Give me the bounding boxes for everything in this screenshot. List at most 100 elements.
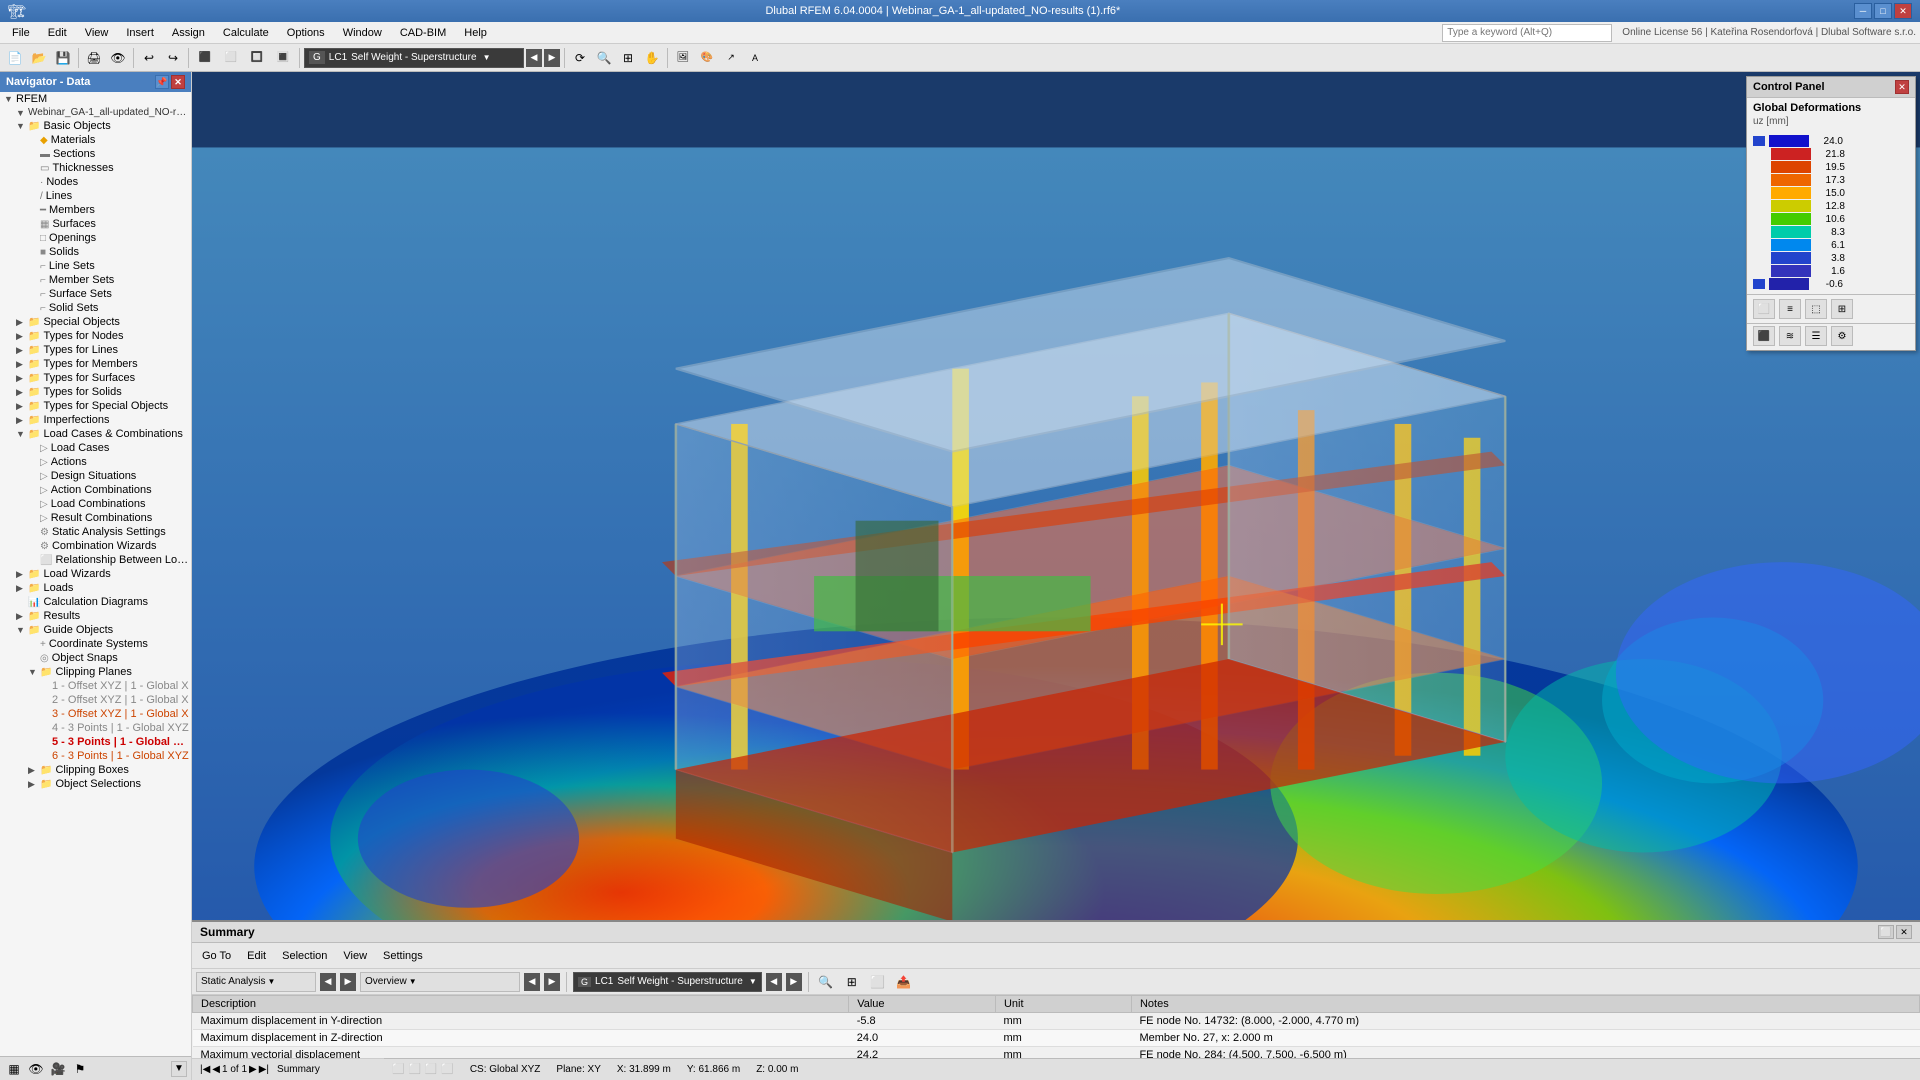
nav-item-design-situations[interactable]: ▷ Design Situations bbox=[0, 469, 191, 483]
nav-item-surface-sets[interactable]: ⌐ Surface Sets bbox=[0, 287, 191, 301]
save-button[interactable]: 💾 bbox=[52, 47, 74, 69]
bp-export-icon[interactable]: 📤 bbox=[893, 971, 915, 993]
nav-item-members[interactable]: ━ Members bbox=[0, 203, 191, 217]
control-panel-close-button[interactable]: ✕ bbox=[1895, 80, 1909, 94]
nav-item-clip1[interactable]: 1 - Offset XYZ | 1 - Global X bbox=[0, 679, 191, 693]
zoom-button[interactable]: 🔍 bbox=[593, 47, 615, 69]
pan-button[interactable]: ✋ bbox=[641, 47, 663, 69]
cp-icon-list[interactable]: ≡ bbox=[1779, 299, 1801, 319]
bp-lc2-next-button[interactable]: ▶ bbox=[786, 973, 802, 991]
render-button[interactable]: 🖼 bbox=[672, 47, 694, 69]
bp-expand-button[interactable]: ⬜ bbox=[1878, 925, 1894, 939]
cp-icon-1[interactable]: ⬛ bbox=[1753, 326, 1775, 346]
nav-item-surfaces[interactable]: ▦ Surfaces bbox=[0, 217, 191, 231]
view-3d-button[interactable]: ⬛ bbox=[193, 47, 217, 69]
nav-item-line-sets[interactable]: ⌐ Line Sets bbox=[0, 259, 191, 273]
menu-window[interactable]: Window bbox=[335, 25, 390, 41]
bp-overview-selector[interactable]: Overview ▼ bbox=[360, 972, 520, 992]
bp-settings[interactable]: Settings bbox=[377, 949, 429, 963]
table-row[interactable]: Maximum displacement in Z-direction24.0m… bbox=[193, 1030, 1920, 1047]
view-side-button[interactable]: 🔳 bbox=[271, 47, 295, 69]
nav-item-object-selections[interactable]: ▶ 📁 Object Selections bbox=[0, 777, 191, 791]
nav-item-types-for-nodes[interactable]: ▶ 📁 Types for Nodes bbox=[0, 329, 191, 343]
print-preview-button[interactable]: 👁 bbox=[107, 47, 129, 69]
cp-icon-3[interactable]: ☰ bbox=[1805, 326, 1827, 346]
menu-view[interactable]: View bbox=[77, 25, 117, 41]
lc-next-button[interactable]: ▶ bbox=[544, 49, 560, 67]
minimize-button[interactable]: ─ bbox=[1854, 3, 1872, 19]
cp-icon-settings[interactable]: ⊞ bbox=[1831, 299, 1853, 319]
nav-item-calculation-diagrams[interactable]: 📊 Calculation Diagrams bbox=[0, 595, 191, 609]
nav-item-nodes[interactable]: · Nodes bbox=[0, 175, 191, 189]
nav-item-load-combinations[interactable]: ▷ Load Combinations bbox=[0, 497, 191, 511]
maximize-button[interactable]: □ bbox=[1874, 3, 1892, 19]
nav-item-clip2[interactable]: 2 - Offset XYZ | 1 - Global X bbox=[0, 693, 191, 707]
lc-selector[interactable]: G LC1 Self Weight - Superstructure ▼ bbox=[304, 48, 524, 68]
nav-item-clip5[interactable]: 5 - 3 Points | 1 - Global XYZ bbox=[0, 735, 191, 749]
nav-item-special-objects[interactable]: ▶ 📁 Special Objects bbox=[0, 315, 191, 329]
status-icon-2[interactable]: ⬜ bbox=[408, 1064, 420, 1075]
undo-button[interactable]: ↩ bbox=[138, 47, 160, 69]
bp-close-button[interactable]: ✕ bbox=[1896, 925, 1912, 939]
menu-insert[interactable]: Insert bbox=[118, 25, 162, 41]
page-prev-button[interactable]: ◀ bbox=[212, 1064, 220, 1075]
bp-edit[interactable]: Edit bbox=[241, 949, 272, 963]
search-input[interactable] bbox=[1442, 24, 1612, 42]
page-last-button[interactable]: ▶| bbox=[259, 1064, 269, 1075]
nav-btn-table[interactable]: ▦ bbox=[4, 1060, 24, 1078]
nav-item-results[interactable]: ▶ 📁 Results bbox=[0, 609, 191, 623]
status-icon-4[interactable]: ⬜ bbox=[441, 1064, 453, 1075]
nav-item-types-for-surfaces[interactable]: ▶ 📁 Types for Surfaces bbox=[0, 371, 191, 385]
nav-btn-eye[interactable]: 👁 bbox=[26, 1060, 46, 1078]
nav-item-load-wizards[interactable]: ▶ 📁 Load Wizards bbox=[0, 567, 191, 581]
nav-item-loads[interactable]: ▶ 📁 Loads bbox=[0, 581, 191, 595]
bp-lc2-prev-button[interactable]: ◀ bbox=[766, 973, 782, 991]
bp-lc-selector[interactable]: G LC1 Self Weight - Superstructure ▼ bbox=[573, 972, 762, 992]
zoom-fit-button[interactable]: ⊞ bbox=[617, 47, 639, 69]
redo-button[interactable]: ↪ bbox=[162, 47, 184, 69]
nav-btn-camera[interactable]: 🎥 bbox=[48, 1060, 68, 1078]
nav-item-static-analysis-settings[interactable]: ⚙ Static Analysis Settings bbox=[0, 525, 191, 539]
lc-prev-button[interactable]: ◀ bbox=[526, 49, 542, 67]
view-wire-button[interactable]: ⬜ bbox=[219, 47, 243, 69]
nav-item-sections[interactable]: ▬ Sections bbox=[0, 147, 191, 161]
nav-item-imperfections[interactable]: ▶ 📁 Imperfections bbox=[0, 413, 191, 427]
menu-edit[interactable]: Edit bbox=[40, 25, 75, 41]
nav-item-clip6[interactable]: 6 - 3 Points | 1 - Global XYZ bbox=[0, 749, 191, 763]
nav-item-load-cases[interactable]: ▷ Load Cases bbox=[0, 441, 191, 455]
nav-item-load-cases-combinations[interactable]: ▼ 📁 Load Cases & Combinations bbox=[0, 427, 191, 441]
nav-item-solids[interactable]: ■ Solids bbox=[0, 245, 191, 259]
nav-item-combination-wizards[interactable]: ⚙ Combination Wizards bbox=[0, 539, 191, 553]
bp-goto[interactable]: Go To bbox=[196, 949, 237, 963]
open-button[interactable]: 📂 bbox=[28, 47, 50, 69]
cp-icon-table[interactable]: ⬜ bbox=[1753, 299, 1775, 319]
deform-button[interactable]: ↗ bbox=[720, 47, 742, 69]
menu-help[interactable]: Help bbox=[456, 25, 495, 41]
nav-item-basic-objects[interactable]: ▼ 📁 Basic Objects bbox=[0, 119, 191, 133]
nav-item-action-combinations[interactable]: ▷ Action Combinations bbox=[0, 483, 191, 497]
nav-item-openings[interactable]: □ Openings bbox=[0, 231, 191, 245]
close-button[interactable]: ✕ bbox=[1894, 3, 1912, 19]
nav-item-clipping-boxes[interactable]: ▶ 📁 Clipping Boxes bbox=[0, 763, 191, 777]
nav-item-types-for-members[interactable]: ▶ 📁 Types for Members bbox=[0, 357, 191, 371]
viewport[interactable]: Control Panel ✕ Global Deformations uz [… bbox=[192, 72, 1920, 1080]
view-front-button[interactable]: 🔲 bbox=[245, 47, 269, 69]
nav-item-types-for-lines[interactable]: ▶ 📁 Types for Lines bbox=[0, 343, 191, 357]
bp-lc-prev-button[interactable]: ◀ bbox=[320, 973, 336, 991]
nav-close-button[interactable]: ✕ bbox=[171, 75, 185, 89]
page-first-button[interactable]: |◀ bbox=[200, 1064, 210, 1075]
nav-item-lines[interactable]: / Lines bbox=[0, 189, 191, 203]
nav-item-materials[interactable]: ◆ Materials bbox=[0, 133, 191, 147]
label-button[interactable]: A bbox=[744, 47, 766, 69]
table-row[interactable]: Maximum displacement in Y-direction-5.8m… bbox=[193, 1013, 1920, 1030]
color-button[interactable]: 🎨 bbox=[696, 47, 718, 69]
menu-file[interactable]: File bbox=[4, 25, 38, 41]
menu-assign[interactable]: Assign bbox=[164, 25, 213, 41]
page-next-button[interactable]: ▶ bbox=[249, 1064, 257, 1075]
nav-item-solid-sets[interactable]: ⌐ Solid Sets bbox=[0, 301, 191, 315]
nav-btn-flag[interactable]: ⚑ bbox=[70, 1060, 90, 1078]
nav-item-clipping-planes[interactable]: ▼ 📁 Clipping Planes bbox=[0, 665, 191, 679]
bp-search-icon[interactable]: 🔍 bbox=[815, 971, 837, 993]
nav-item-clip4[interactable]: 4 - 3 Points | 1 - Global XYZ bbox=[0, 721, 191, 735]
cp-icon-4[interactable]: ⚙ bbox=[1831, 326, 1853, 346]
